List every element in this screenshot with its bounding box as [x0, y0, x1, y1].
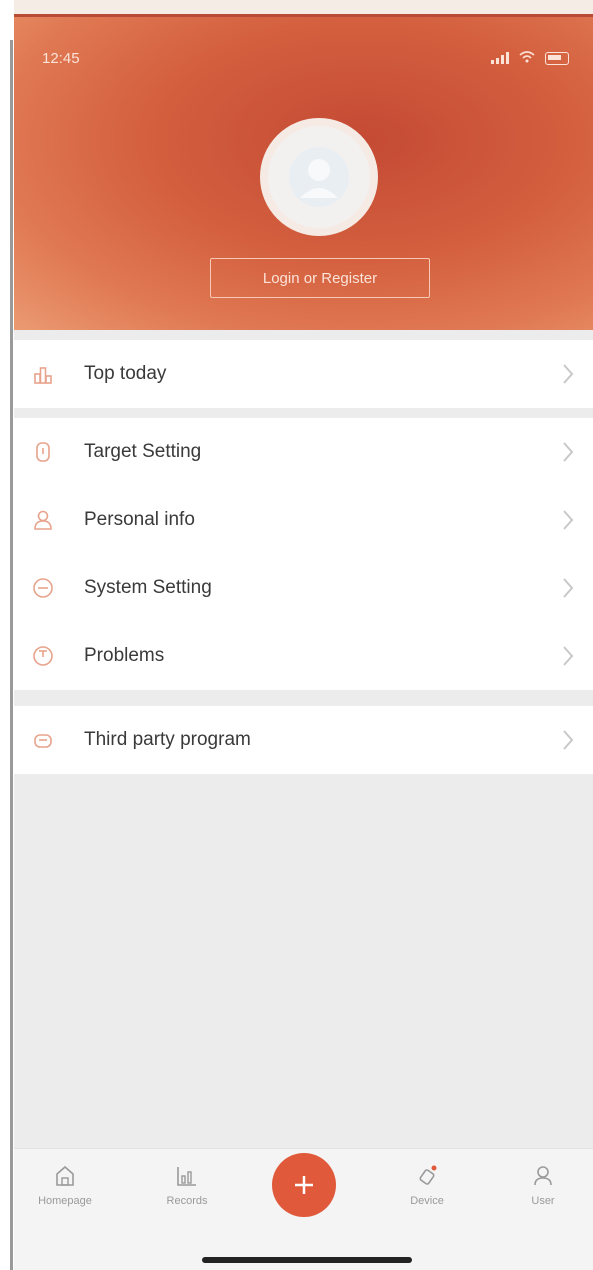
target-icon [30, 439, 56, 465]
menu-item-problems[interactable]: Problems [14, 622, 593, 690]
wifi-icon [519, 50, 535, 67]
gear-icon [30, 575, 56, 601]
bottom-tab-bar: Homepage Records Device User [14, 1148, 593, 1270]
tab-user[interactable]: User [498, 1163, 588, 1207]
trophy-icon [30, 361, 56, 387]
battery-icon [545, 51, 569, 65]
menu-group-2: Target Setting Personal info System Sett… [14, 418, 593, 690]
add-button[interactable] [272, 1153, 336, 1217]
app-screen: 12:45 Login or Register Top today Target… [0, 0, 593, 1270]
tab-label: Homepage [38, 1195, 92, 1207]
status-time: 12:45 [42, 49, 80, 67]
menu-item-label: Top today [84, 363, 167, 384]
chevron-right-icon [563, 364, 574, 384]
menu-item-label: Target Setting [84, 441, 202, 462]
person-icon [30, 507, 56, 533]
plus-icon [295, 1176, 313, 1194]
menu-item-label: Third party program [84, 729, 251, 750]
menu-item-target-setting[interactable]: Target Setting [14, 418, 593, 486]
user-icon [534, 1166, 552, 1186]
status-icons [491, 50, 569, 67]
tab-label: Records [166, 1195, 208, 1207]
menu-item-label: System Setting [84, 577, 212, 598]
tab-label: User [531, 1195, 555, 1207]
chevron-right-icon [563, 578, 574, 598]
login-register-button[interactable]: Login or Register [210, 258, 430, 298]
avatar[interactable] [260, 118, 378, 236]
menu-item-system-setting[interactable]: System Setting [14, 554, 593, 622]
signal-icon [491, 52, 509, 64]
profile-header: 12:45 Login or Register [14, 14, 593, 330]
chevron-right-icon [563, 442, 574, 462]
menu-item-top-today[interactable]: Top today [14, 340, 593, 408]
tab-label: Device [410, 1195, 444, 1207]
home-icon [56, 1165, 74, 1186]
menu-item-label: Personal info [84, 509, 195, 530]
chevron-right-icon [563, 510, 574, 530]
frame-top [0, 0, 593, 14]
menu-item-personal-info[interactable]: Personal info [14, 486, 593, 554]
status-bar: 12:45 [42, 44, 569, 72]
menu-group-1: Top today [14, 340, 593, 408]
menu-item-third-party-program[interactable]: Third party program [14, 706, 593, 774]
tab-homepage[interactable]: Homepage [20, 1163, 110, 1207]
avatar-placeholder-icon [289, 147, 349, 207]
frame-left [0, 0, 14, 1270]
menu-group-3: Third party program [14, 706, 593, 774]
chevron-right-icon [563, 730, 574, 750]
tab-device[interactable]: Device [382, 1163, 472, 1207]
chart-icon [177, 1167, 196, 1186]
puzzle-icon [30, 727, 56, 753]
question-icon [30, 643, 56, 669]
menu-item-label: Problems [84, 645, 165, 666]
tab-records[interactable]: Records [142, 1163, 232, 1207]
chevron-right-icon [563, 646, 574, 666]
home-indicator[interactable] [202, 1257, 412, 1263]
watch-icon [419, 1165, 437, 1185]
